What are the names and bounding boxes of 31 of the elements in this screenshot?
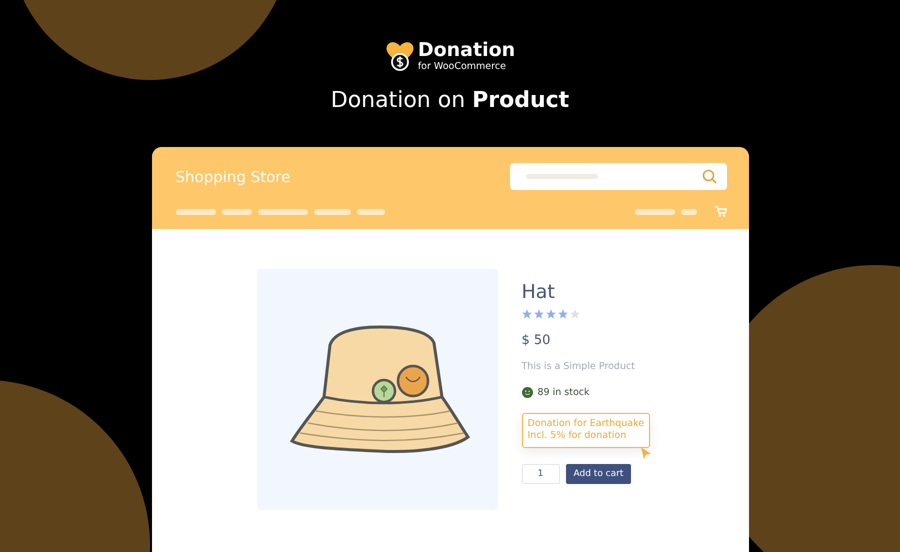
menu-bar	[222, 208, 252, 214]
menu-bar	[176, 208, 216, 214]
smiley-icon	[522, 387, 532, 398]
star-icon	[570, 309, 580, 319]
stock-status: 89 in stock	[538, 387, 590, 398]
page-heading: Donation on Product	[330, 88, 570, 113]
pointer-icon	[640, 446, 652, 460]
menu-bar	[314, 208, 350, 214]
menu-bar	[356, 208, 384, 214]
star-icon	[522, 309, 532, 319]
donation-note: Incl. 5% for donation	[528, 430, 628, 443]
placeholder-bar	[526, 174, 598, 179]
menu-bar	[258, 208, 308, 214]
store-title: Shopping Store	[176, 168, 290, 186]
logo-tagline: for WooCommerce	[418, 62, 507, 72]
product-title: Hat	[522, 281, 555, 303]
menu-bar	[680, 208, 696, 214]
star-icon	[558, 309, 568, 319]
quantity-field[interactable]: 1	[522, 464, 560, 484]
heart-coin-logo-icon	[384, 40, 415, 72]
logo-name: Donation	[418, 40, 516, 60]
search-field[interactable]	[510, 163, 726, 190]
product-price: $ 50	[522, 333, 550, 348]
star-icon	[546, 309, 556, 319]
search-icon	[702, 169, 716, 184]
cart-icon[interactable]	[714, 206, 726, 217]
donation-title: Donation for Earthquake	[528, 418, 644, 430]
star-icon	[534, 309, 544, 319]
menu-bar	[634, 208, 674, 214]
add-to-cart-button[interactable]: Add to cart	[566, 464, 632, 484]
product-description: This is a Simple Product	[522, 361, 635, 372]
